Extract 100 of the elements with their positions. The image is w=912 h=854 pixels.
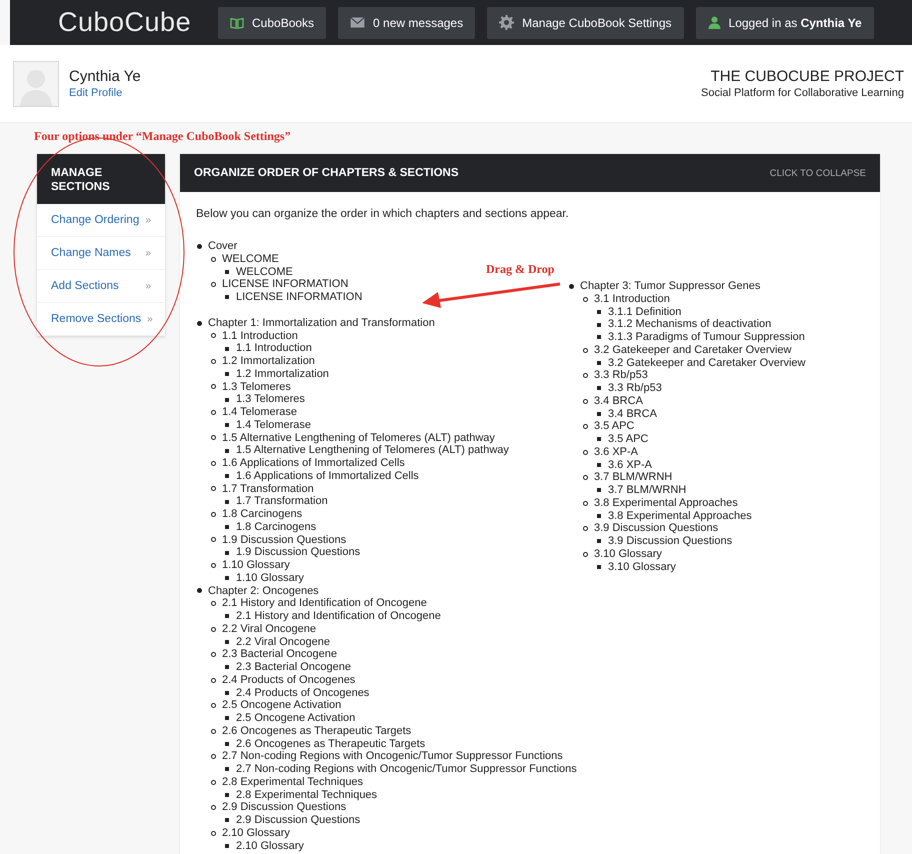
user-icon [708,16,721,29]
section-item[interactable]: 2.1 History and Identification of Oncogene [222,597,427,610]
subsection-item[interactable]: 3.3 Rb/p53 [608,382,662,395]
subsection-item[interactable]: 1.7 Transformation [236,495,328,508]
section-item[interactable]: 1.5 Alternative Lengthening of Telomeres (ALT) pathway [222,432,495,444]
subsection-item[interactable]: 3.1.3 Paradigms of Tumour Suppression [608,331,805,344]
section-item[interactable]: 3.7 BLM/WRNH [594,471,672,484]
subsection-item[interactable]: 3.5 APC [608,433,648,446]
subsection-item[interactable]: 3.1.1 Definition [608,306,682,318]
section-item[interactable]: 1.10 Glossary [222,559,290,572]
section-item[interactable]: 2.4 Products of Oncogenes [222,674,356,686]
sidebar-item[interactable]: Change Ordering » [37,204,165,237]
subsection-item[interactable]: 2.4 Products of Oncogenes [236,686,370,700]
bullet-icon [225,640,229,644]
section-item[interactable]: 3.1 Introduction [594,292,670,306]
chapter-item[interactable]: Chapter 1: Immortalization and Transformation [208,316,435,330]
annotation-note: Drag & Drop [486,262,554,277]
nav-button[interactable]: Manage CuboBook Settings [487,6,684,38]
section-item[interactable]: 3.10 Glossary [594,548,662,560]
bullet-icon [197,244,202,249]
section-item[interactable]: 3.3 Rb/p53 [594,369,648,382]
chapter-item[interactable]: Chapter 2: Oncogenes [208,584,319,598]
logo[interactable]: CuboCube [58,7,198,38]
bullet-icon [197,588,202,594]
chapter-item[interactable]: Cover [208,240,238,253]
section-item[interactable]: 3.9 Discussion Questions [594,522,718,535]
collapse-link[interactable]: CLICK TO COLLAPSE [770,168,866,178]
subsection-item[interactable]: 3.4 BRCA [608,408,657,420]
subsection-item[interactable]: LICENSE INFORMATION [236,291,362,304]
annotation-note: Four options under “Manage CuboBook Settings” [34,129,291,144]
subsection-item[interactable]: 3.2 Gatekeeper and Caretaker Overview [608,356,806,370]
subsection-item[interactable]: 2.6 Oncogenes as Therapeutic Targets [236,738,426,750]
subsection-item[interactable]: 1.3 Telomeres [236,393,305,406]
nav-button[interactable]: Logged in as Cynthia Ye [696,6,874,38]
bullet-icon [225,665,229,670]
subsection-item[interactable]: 3.8 Experimental Approaches [608,510,752,522]
bullet-icon [225,423,229,428]
sidebar-item[interactable]: Remove Sections » [37,303,165,336]
section-item[interactable]: 3.4 BRCA [594,394,643,408]
section-item[interactable]: 2.2 Viral Oncogene [222,622,316,636]
subsection-item[interactable]: 1.5 Alternative Lengthening of Telomeres (ALT) pathway [236,444,509,457]
bullet-icon [211,652,216,658]
subsection-item[interactable]: 2.9 Discussion Questions [236,814,360,827]
subsection-item[interactable]: 3.9 Discussion Questions [608,535,732,548]
nav-button[interactable]: 0 new messages [338,6,476,38]
bullet-icon [597,539,601,544]
subsection-item[interactable]: 2.5 Oncogene Activation [236,712,356,725]
section-item[interactable]: 3.8 Experimental Approaches [594,496,738,510]
section-item[interactable]: 1.2 Immortalization [222,355,315,368]
avatar [13,60,59,106]
subsection-item[interactable]: 3.1.2 Mechanisms of deactivation [608,318,772,331]
bullet-icon [583,424,588,430]
section-item[interactable]: WELCOME [222,252,279,266]
subsection-item[interactable]: 3.6 XP-A [608,458,652,472]
subsection-item[interactable]: 1.1 Introduction [236,342,312,355]
section-item[interactable]: 1.6 Applications of Immortalized Cells [222,457,405,470]
section-item[interactable]: 2.9 Discussion Questions [222,801,346,814]
section-item[interactable]: 2.10 Glossary [222,826,290,840]
section-item[interactable]: 2.6 Oncogenes as Therapeutic Targets [222,724,412,738]
chapter-item[interactable]: Chapter 3: Tumor Suppressor Genes [580,280,760,293]
section-item[interactable]: 1.4 Telomerase [222,406,298,419]
subsection-item[interactable]: 1.2 Immortalization [236,368,329,380]
gear-icon [499,15,514,30]
subsection-item[interactable]: 1.9 Discussion Questions [236,546,360,559]
subsection-item[interactable]: 2.8 Experimental Techniques [236,788,378,802]
section-item[interactable]: 3.5 APC [594,420,634,433]
nav-button[interactable]: CuboBooks [218,6,326,38]
bullet-icon [211,678,216,683]
subsection-item[interactable]: WELCOME [236,266,293,278]
section-item[interactable]: 1.1 Introduction [222,330,298,342]
section-item[interactable]: 1.8 Carcinogens [222,508,302,521]
section-item[interactable]: 2.7 Non-coding Regions with Oncogenic/Tumor Suppressor Functions [222,750,563,763]
section-item[interactable]: 2.3 Bacterial Oncogene [222,648,337,661]
subsection-item[interactable]: 2.10 Glossary [236,840,304,852]
bullet-icon [225,818,229,822]
subsection-item[interactable]: 1.10 Glossary [236,572,304,584]
bullet-icon [597,437,601,442]
subsection-item[interactable]: 2.1 History and Identification of Oncogene [236,610,441,623]
edit-profile-link[interactable]: Edit Profile [69,87,141,99]
sidebar-item[interactable]: Add Sections » [37,270,165,303]
subsection-item[interactable]: 2.7 Non-coding Regions with Oncogenic/Tumor Suppressor Functions [236,763,577,776]
section-item[interactable]: 1.7 Transformation [222,482,314,496]
section-item[interactable]: 2.5 Oncogene Activation [222,699,342,712]
subsection-item[interactable]: 3.10 Glossary [608,560,676,574]
section-item[interactable]: 2.8 Experimental Techniques [222,776,364,788]
section-item[interactable]: 3.2 Gatekeeper and Caretaker Overview [594,344,792,356]
sidebar-item[interactable]: Change Names » [37,237,165,270]
bullet-icon [211,830,216,836]
bullet-icon [583,373,588,378]
section-item[interactable]: 3.6 XP-A [594,446,638,458]
subsection-item[interactable]: 3.7 BLM/WRNH [608,484,686,497]
section-item[interactable]: 1.3 Telomeres [222,380,291,394]
subsection-item[interactable]: 2.3 Bacterial Oncogene [236,661,351,674]
section-item[interactable]: LICENSE INFORMATION [222,278,348,291]
subsection-item[interactable]: 1.4 Telomerase [236,418,312,432]
subsection-item[interactable]: 1.8 Carcinogens [236,520,316,534]
subsection-item[interactable]: 2.2 Viral Oncogene [236,636,330,648]
bullet-icon [225,844,229,848]
subsection-item[interactable]: 1.6 Applications of Immortalized Cells [236,470,419,482]
section-item[interactable]: 1.9 Discussion Questions [222,534,346,546]
